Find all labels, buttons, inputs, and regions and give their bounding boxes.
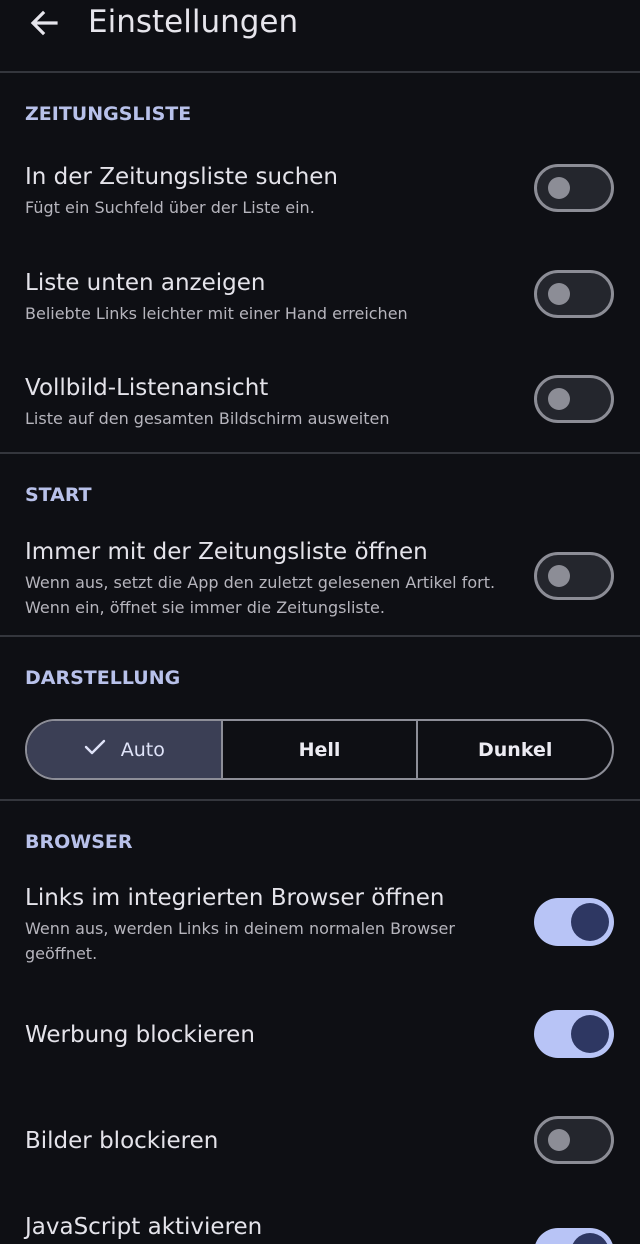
check-icon bbox=[83, 737, 107, 762]
toggle-knob bbox=[571, 1015, 609, 1053]
toggle-knob bbox=[571, 903, 609, 941]
setting-description: Liste auf den gesamten Bildschirm auswei… bbox=[25, 409, 390, 428]
toggle-knob bbox=[548, 177, 570, 199]
setting-description: Fügt ein Suchfeld über der Liste ein. bbox=[25, 198, 315, 217]
setting-title: In der Zeitungsliste suchen bbox=[25, 164, 338, 190]
toggle-knob bbox=[571, 1233, 609, 1244]
theme-option-label: Hell bbox=[298, 738, 341, 761]
setting-description: Wenn aus, werden Links in deinem normale… bbox=[25, 919, 455, 963]
back-button[interactable] bbox=[24, 4, 64, 44]
setting-title: Liste unten anzeigen bbox=[25, 270, 266, 296]
divider bbox=[0, 452, 640, 454]
setting-title: Vollbild-Listenansicht bbox=[25, 375, 269, 401]
section-title-zeitungsliste: ZEITUNGSLISTE bbox=[25, 103, 192, 125]
divider bbox=[0, 635, 640, 637]
setting-title: Bilder blockieren bbox=[25, 1128, 219, 1154]
toggle-internal-browser[interactable] bbox=[534, 898, 614, 946]
top-app-bar: Einstellungen bbox=[0, 0, 640, 72]
arrow-left-icon bbox=[30, 10, 58, 36]
setting-title: Immer mit der Zeitungsliste öffnen bbox=[25, 539, 428, 565]
setting-description: Wenn aus, setzt die App den zuletzt gele… bbox=[25, 573, 496, 617]
setting-title: JavaScript aktivieren bbox=[25, 1214, 263, 1240]
setting-title: Werbung blockieren bbox=[25, 1022, 255, 1048]
section-title-darstellung: DARSTELLUNG bbox=[25, 667, 181, 689]
section-title-browser: BROWSER bbox=[25, 831, 133, 853]
toggle-knob bbox=[548, 388, 570, 410]
toggle-block-ads[interactable] bbox=[534, 1010, 614, 1058]
theme-option-hell[interactable]: Hell bbox=[220, 721, 417, 778]
page-title: Einstellungen bbox=[88, 4, 299, 40]
toggle-knob bbox=[548, 283, 570, 305]
toggle-search-list[interactable] bbox=[534, 164, 614, 212]
toggle-block-images[interactable] bbox=[534, 1116, 614, 1164]
toggle-knob bbox=[548, 1129, 570, 1151]
theme-option-label: Dunkel bbox=[478, 738, 553, 761]
divider bbox=[0, 799, 640, 801]
setting-row-javascript[interactable]: JavaScript aktivieren bbox=[0, 1212, 640, 1244]
toggle-always-open-list[interactable] bbox=[534, 552, 614, 600]
setting-description: Beliebte Links leichter mit einer Hand e… bbox=[25, 304, 408, 323]
toggle-knob bbox=[548, 565, 570, 587]
theme-option-label: Auto bbox=[120, 738, 165, 761]
theme-segmented-control: Auto Hell Dunkel bbox=[25, 719, 614, 780]
toggle-fullscreen-list[interactable] bbox=[534, 375, 614, 423]
setting-title: Links im integrierten Browser öffnen bbox=[25, 885, 445, 911]
toggle-javascript[interactable] bbox=[534, 1228, 614, 1244]
toggle-list-bottom[interactable] bbox=[534, 270, 614, 318]
section-title-start: START bbox=[25, 484, 92, 506]
divider bbox=[0, 71, 640, 73]
theme-option-dunkel[interactable]: Dunkel bbox=[416, 721, 612, 778]
theme-option-auto[interactable]: Auto bbox=[27, 721, 221, 778]
